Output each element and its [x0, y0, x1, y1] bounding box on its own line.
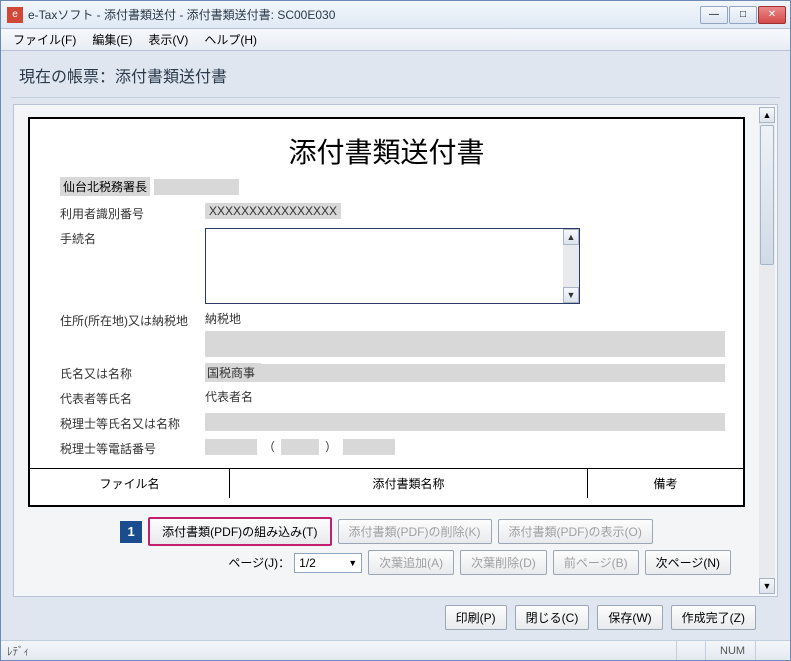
- status-pane-3: [755, 641, 784, 660]
- chevron-down-icon: ▼: [348, 558, 357, 568]
- window-title: e-Taxソフト - 添付書類送付 - 添付書類送付書: SC00E030: [28, 6, 700, 23]
- bottom-button-row: 印刷(P) 閉じる(C) 保存(W) 作成完了(Z): [11, 599, 780, 636]
- user-id-value: XXXXXXXXXXXXXXXX: [205, 203, 341, 219]
- scroll-up-icon[interactable]: ▲: [759, 107, 775, 123]
- label-name: 氏名又は名称: [60, 363, 205, 382]
- status-num: NUM: [705, 641, 755, 660]
- callout-1: 1: [120, 521, 142, 543]
- status-pane-1: [676, 641, 705, 660]
- tax-office-name: 仙台北税務署長: [60, 177, 150, 196]
- menubar: ファイル(F) 編集(E) 表示(V) ヘルプ(H): [1, 29, 790, 51]
- close-dialog-button[interactable]: 閉じる(C): [515, 605, 590, 630]
- rep-value: 代表者名: [205, 390, 253, 404]
- finish-button[interactable]: 作成完了(Z): [671, 605, 756, 630]
- close-button[interactable]: ✕: [758, 6, 786, 24]
- delete-page-button[interactable]: 次葉削除(D): [460, 550, 547, 575]
- attachment-table-header: ファイル名 添付書類名称 備考: [30, 468, 743, 498]
- scroll-thumb[interactable]: [760, 125, 774, 265]
- add-page-button[interactable]: 次葉追加(A): [368, 550, 454, 575]
- delete-pdf-button[interactable]: 添付書類(PDF)の削除(K): [338, 519, 492, 544]
- tel-mid: [281, 439, 319, 455]
- page-value: 1/2: [299, 556, 316, 570]
- label-rep: 代表者等氏名: [60, 388, 205, 407]
- vertical-scrollbar[interactable]: ▲ ▼: [759, 107, 775, 594]
- prev-page-button[interactable]: 前ページ(B): [553, 550, 639, 575]
- app-icon: e: [7, 7, 23, 23]
- textarea-scroll-up-icon[interactable]: ▲: [563, 229, 579, 245]
- save-button[interactable]: 保存(W): [597, 605, 662, 630]
- page-select[interactable]: 1/2 ▼: [294, 553, 362, 573]
- tel-paren-close: ）: [325, 438, 337, 455]
- address-value: 納税地: [205, 312, 241, 326]
- minimize-button[interactable]: —: [700, 6, 728, 24]
- status-ready: ﾚﾃﾞｨ: [7, 643, 676, 659]
- address-field: [205, 331, 725, 357]
- procedure-textarea[interactable]: ▲ ▼: [205, 228, 580, 304]
- table-header-filename: ファイル名: [30, 469, 230, 498]
- accountant-field: [205, 413, 725, 431]
- label-accountant: 税理士等氏名又は名称: [60, 413, 205, 432]
- next-page-button[interactable]: 次ページ(N): [645, 550, 731, 575]
- import-pdf-button[interactable]: 添付書類(PDF)の組み込み(T): [148, 517, 331, 546]
- table-header-docname: 添付書類名称: [230, 469, 588, 498]
- titlebar: e e-Taxソフト - 添付書類送付 - 添付書類送付書: SC00E030 …: [1, 1, 790, 29]
- document-page: 添付書類送付書 仙台北税務署長 利用者識別番号 XXXXXXXXXXXXXXXX…: [28, 117, 745, 507]
- name-field: [261, 364, 725, 382]
- gray-field: [154, 179, 239, 195]
- tel-paren-open: （: [263, 438, 275, 455]
- content-area: 現在の帳票：添付書類送付書 ▲ ▼ 添付書類送付書 仙台北税務署長 利用者識別番…: [1, 51, 790, 640]
- scroll-down-icon[interactable]: ▼: [759, 578, 775, 594]
- page-title: 現在の帳票：添付書類送付書: [11, 59, 780, 98]
- menu-view[interactable]: 表示(V): [140, 29, 196, 50]
- label-procedure: 手続名: [60, 228, 205, 247]
- name-value: 国税商事: [205, 363, 261, 382]
- document-viewport: ▲ ▼ 添付書類送付書 仙台北税務署長 利用者識別番号 XXXXXXXXXXXX…: [13, 104, 778, 597]
- label-accountant-tel: 税理士等電話番号: [60, 438, 205, 457]
- label-user-id: 利用者識別番号: [60, 203, 205, 222]
- main-window: e e-Taxソフト - 添付書類送付 - 添付書類送付書: SC00E030 …: [0, 0, 791, 661]
- textarea-scroll-down-icon[interactable]: ▼: [563, 287, 579, 303]
- page-label: ページ(J)：: [228, 554, 290, 571]
- statusbar: ﾚﾃﾞｨ NUM: [1, 640, 790, 660]
- tel-area: [205, 439, 257, 455]
- tel-last: [343, 439, 395, 455]
- menu-help[interactable]: ヘルプ(H): [196, 29, 265, 50]
- menu-edit[interactable]: 編集(E): [84, 29, 140, 50]
- menu-file[interactable]: ファイル(F): [5, 29, 84, 50]
- table-header-remarks: 備考: [588, 469, 743, 498]
- label-address: 住所(所在地)又は納税地: [60, 310, 205, 329]
- view-pdf-button[interactable]: 添付書類(PDF)の表示(O): [498, 519, 653, 544]
- doc-title: 添付書類送付書: [30, 119, 743, 177]
- maximize-button[interactable]: □: [729, 6, 757, 24]
- print-button[interactable]: 印刷(P): [445, 605, 507, 630]
